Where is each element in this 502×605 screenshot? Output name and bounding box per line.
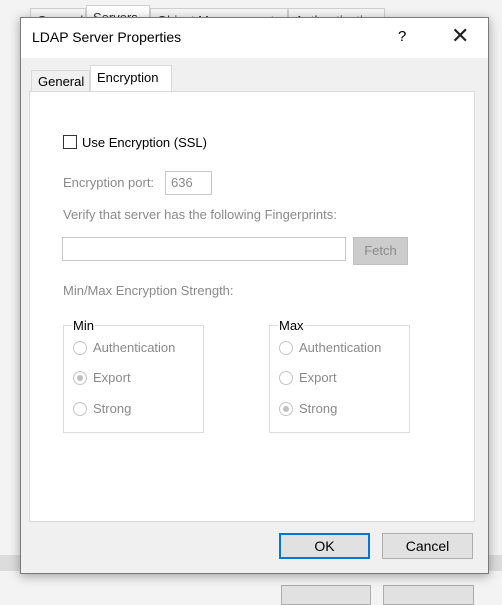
use-encryption-checkbox[interactable]	[63, 135, 77, 149]
title-bar: LDAP Server Properties ? ✕	[21, 18, 488, 58]
max-strong-radio[interactable]	[279, 402, 293, 416]
close-icon[interactable]: ✕	[451, 23, 469, 49]
max-legend: Max	[278, 318, 305, 333]
tab-general[interactable]: General	[31, 70, 90, 92]
max-authentication-radio[interactable]	[279, 341, 293, 355]
max-export-label[interactable]: Export	[299, 370, 337, 385]
encryption-port-input[interactable]: 636	[165, 171, 212, 195]
encryption-panel: Use Encryption (SSL) Encryption port: 63…	[29, 91, 475, 522]
min-legend: Min	[72, 318, 95, 333]
ldap-server-properties-dialog: LDAP Server Properties ? ✕ General Encry…	[20, 17, 489, 574]
min-authentication-label[interactable]: Authentication	[93, 340, 175, 355]
max-export-radio[interactable]	[279, 371, 293, 385]
cancel-button[interactable]: Cancel	[382, 533, 473, 559]
max-authentication-label[interactable]: Authentication	[299, 340, 381, 355]
strength-label: Min/Max Encryption Strength:	[63, 283, 234, 298]
dialog-title: LDAP Server Properties	[32, 29, 182, 45]
ok-button[interactable]: OK	[279, 533, 370, 559]
background-button	[383, 585, 474, 605]
fingerprints-label: Verify that server has the following Fin…	[63, 207, 337, 222]
min-export-label[interactable]: Export	[93, 370, 131, 385]
min-strong-radio[interactable]	[73, 402, 87, 416]
encryption-port-label: Encryption port:	[63, 175, 155, 190]
min-authentication-radio[interactable]	[73, 341, 87, 355]
max-strong-label[interactable]: Strong	[299, 401, 337, 416]
min-export-radio[interactable]	[73, 371, 87, 385]
use-encryption-label[interactable]: Use Encryption (SSL)	[82, 135, 207, 150]
fingerprints-input[interactable]	[62, 237, 346, 261]
min-strong-label[interactable]: Strong	[93, 401, 131, 416]
help-button[interactable]: ?	[398, 28, 406, 45]
fetch-button[interactable]: Fetch	[353, 237, 408, 265]
tab-encryption[interactable]: Encryption	[90, 65, 172, 92]
background-button	[281, 585, 371, 605]
